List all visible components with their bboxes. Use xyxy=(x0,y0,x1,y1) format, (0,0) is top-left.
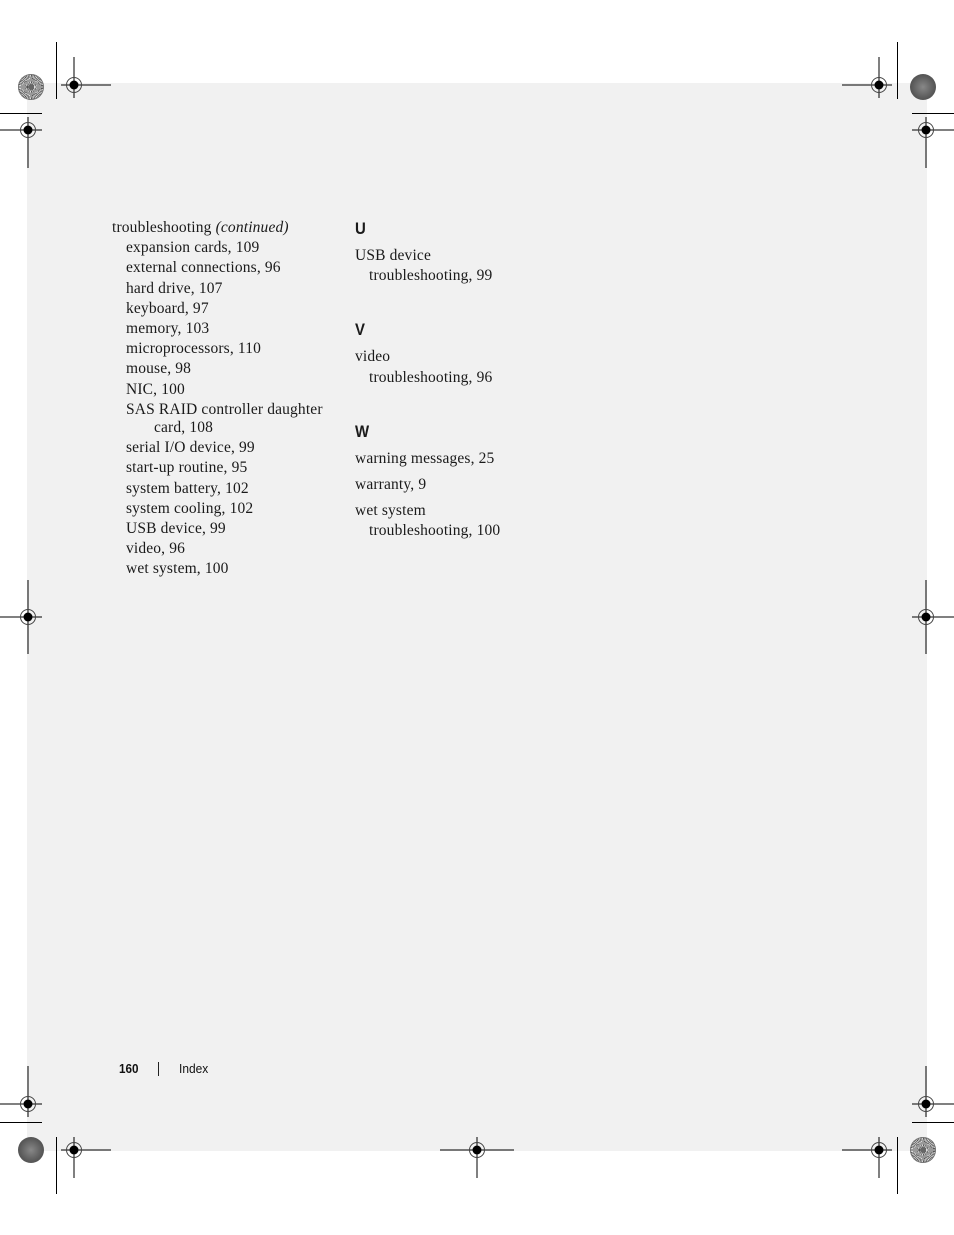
registration-mark-icon xyxy=(842,1136,893,1178)
registration-mark-icon xyxy=(0,1066,42,1118)
registration-mark-icon xyxy=(0,580,42,654)
registration-mark-icon xyxy=(912,580,954,654)
registration-mark-icon xyxy=(0,116,42,168)
registration-mark-icon xyxy=(60,57,111,99)
registration-mark-icon xyxy=(912,116,954,168)
registration-mark-icon xyxy=(842,57,893,99)
registration-marks xyxy=(0,57,954,1178)
registration-mark-icon xyxy=(440,1136,514,1178)
registration-mark-icon xyxy=(912,1066,954,1118)
registration-mark-icon xyxy=(60,1136,111,1178)
